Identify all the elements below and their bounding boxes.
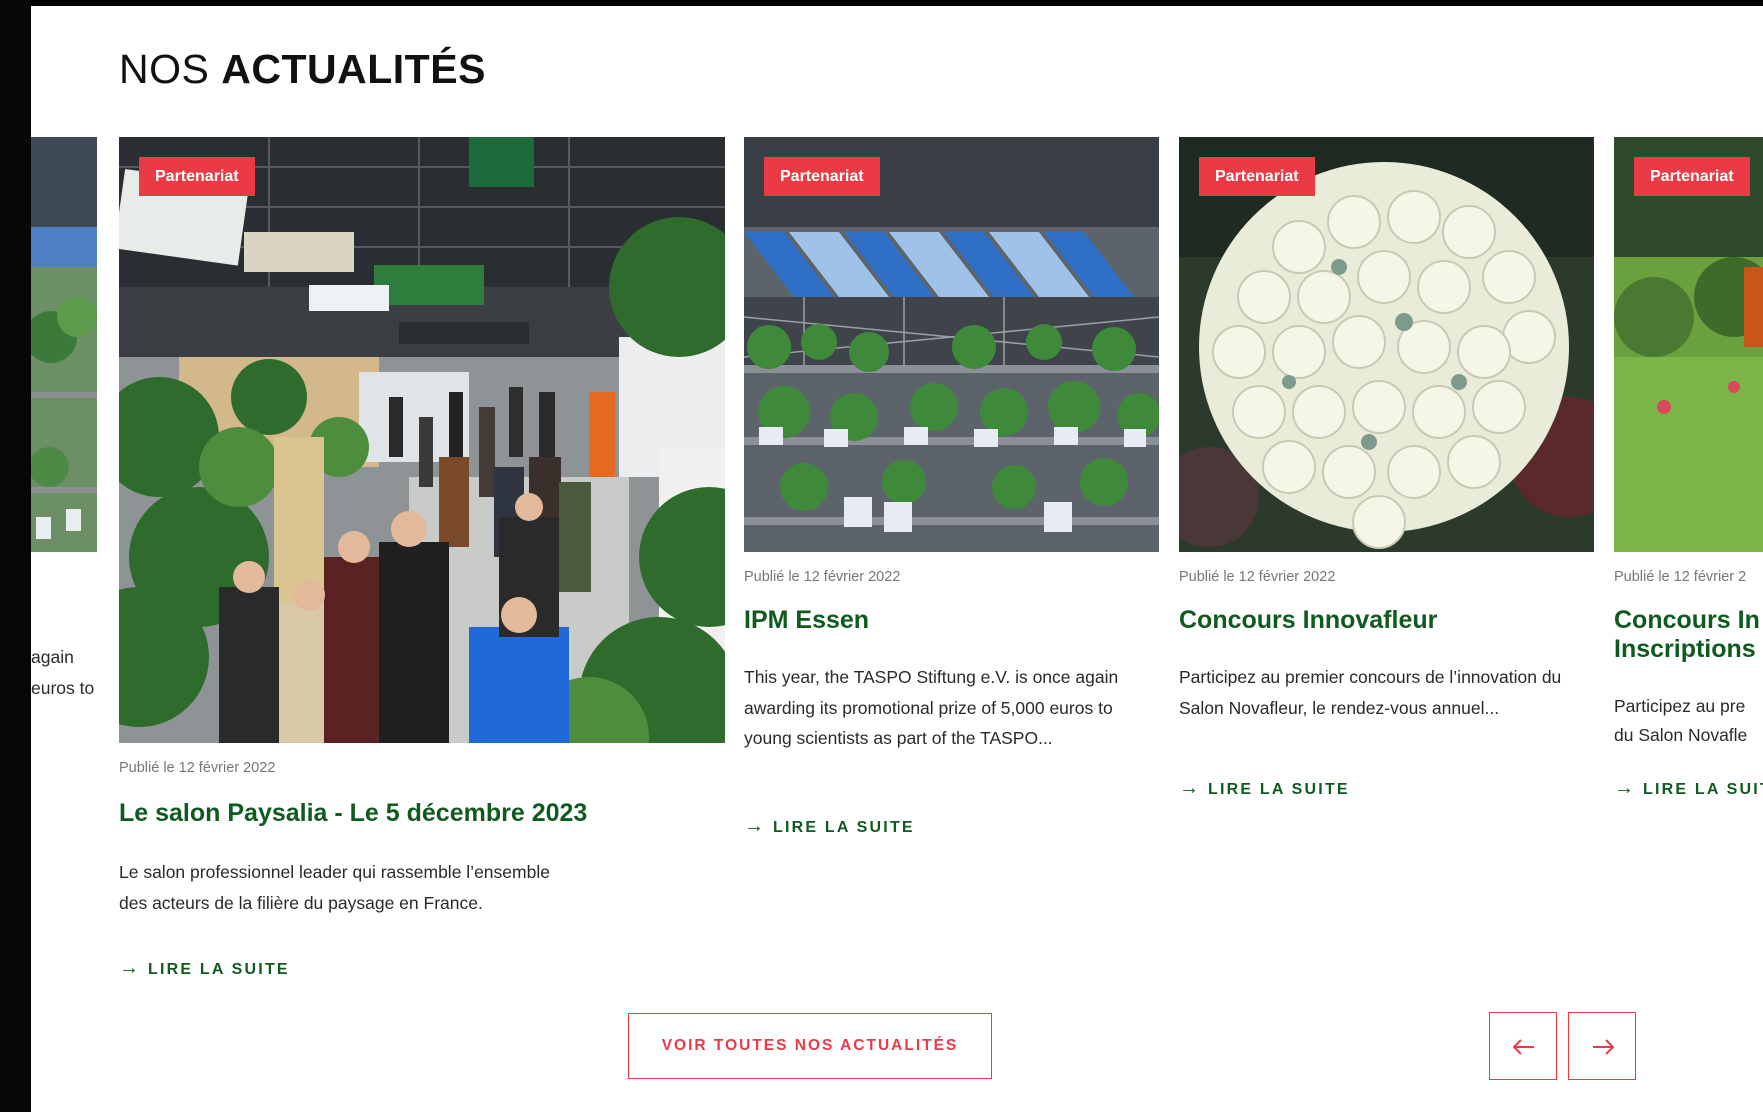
news-card-date: Publié le 12 février 2022 [744,569,901,585]
read-more-label: LIRE LA SUITE [1208,781,1350,798]
carousel-prev-button[interactable] [1489,1012,1557,1080]
arrow-right-icon: → [1179,777,1199,799]
excerpt-line: Participez au pre [1614,696,1746,716]
news-card-excerpt: Participez au pre du Salon Novafle [1614,692,1763,750]
read-more-link[interactable]: → LIRE LA SUITE [119,957,290,980]
category-badge: Partenariat [139,157,255,196]
news-card-title[interactable]: Concours Innovafleur [1179,606,1594,635]
category-badge: Partenariat [1634,157,1750,196]
view-all-news-button[interactable]: VOIR TOUTES NOS ACTUALITÉS [628,1013,992,1079]
news-card-image: Partenariat [744,137,1159,552]
excerpt-line: du Salon Novafle [1614,725,1748,745]
news-card-excerpt-fragment: again euros to [31,642,111,703]
news-card-title[interactable]: Concours In Inscriptions [1614,606,1763,664]
read-more-label: LIRE LA SUITE [773,819,915,836]
news-card-image: Partenariat [1179,137,1594,552]
arrow-right-icon [1593,1039,1615,1055]
news-card-title[interactable]: Le salon Paysalia - Le 5 décembre 2023 [119,799,679,828]
news-card-date: Publié le 12 février 2022 [1179,569,1336,585]
news-card-image [31,137,97,552]
read-more-label: LIRE LA SUIT [1643,781,1763,797]
read-more-label: LIRE LA SUITE [148,961,290,978]
arrow-right-icon: → [119,957,139,979]
news-card-partial-left[interactable]: again euros to [31,137,101,737]
news-section: NOS ACTUALITÉS again euros to Partenaria… [31,6,1763,1112]
previous-page-overlay [0,0,31,1112]
arrow-right-icon: → [1614,777,1634,797]
news-card-paysalia[interactable]: Partenariat Publié le 12 février 2022 Le… [119,137,725,997]
news-card-excerpt: Le salon professionnel leader qui rassem… [119,862,550,913]
news-card-ipm-essen[interactable]: Partenariat Publié le 12 février 2022 IP… [744,137,1159,837]
news-card-excerpt: This year, the TASPO Stiftung e.V. is on… [744,667,1119,748]
news-card-image: Partenariat [119,137,725,743]
news-card-date: Publié le 12 février 2022 [119,760,276,776]
excerpt-line: again [31,647,74,667]
news-card-image: Partenariat [1614,137,1763,552]
section-title-bold: ACTUALITÉS [221,46,486,92]
news-card-innovafleur[interactable]: Partenariat Publié le 12 février 2022 Co… [1179,137,1594,800]
read-more-link[interactable]: → LIRE LA SUITE [744,815,915,838]
news-card-excerpt: Participez au premier concours de l’inno… [1179,667,1562,718]
read-more-link[interactable]: → LIRE LA SUITE [1179,777,1350,800]
section-title: NOS ACTUALITÉS [119,46,486,93]
page: NOS ACTUALITÉS again euros to Partenaria… [0,0,1763,1112]
news-card-concours-inscriptions-partial[interactable]: Partenariat Publié le 12 février 2 Conco… [1614,137,1763,797]
section-title-light: NOS [119,46,210,92]
excerpt-line: euros to [31,677,95,698]
category-badge: Partenariat [764,157,880,196]
category-badge: Partenariat [1199,157,1315,196]
news-card-date: Publié le 12 février 2 [1614,569,1747,585]
read-more-link[interactable]: → LIRE LA SUIT [1614,777,1763,797]
arrow-right-icon: → [744,815,764,837]
news-card-title[interactable]: IPM Essen [744,606,1159,635]
arrow-left-icon [1512,1039,1534,1055]
carousel-next-button[interactable] [1568,1012,1636,1080]
